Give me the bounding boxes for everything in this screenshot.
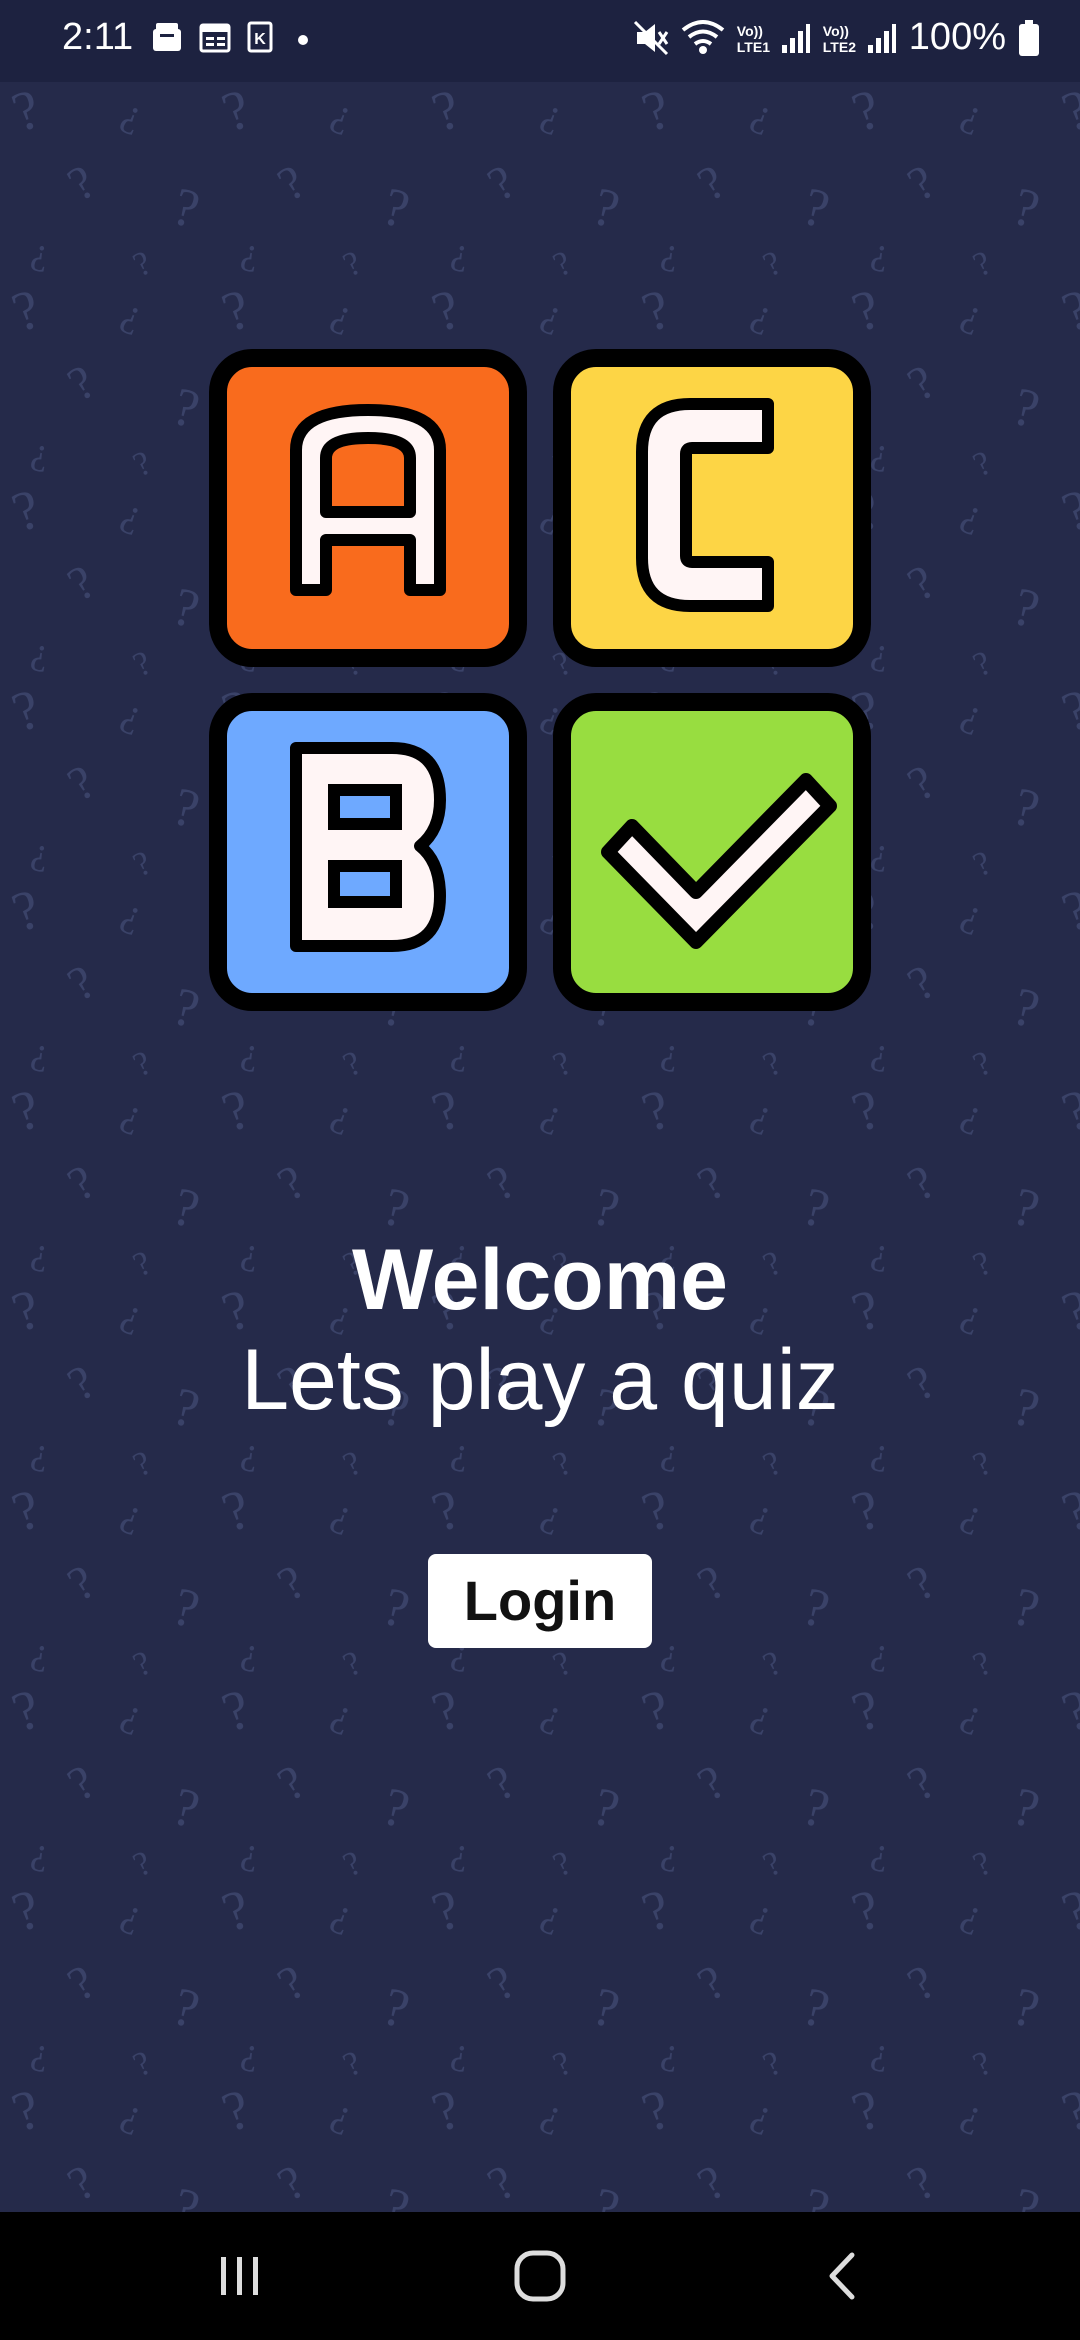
home-icon bbox=[514, 2250, 566, 2302]
recent-apps-button[interactable] bbox=[140, 2212, 340, 2340]
home-button[interactable] bbox=[440, 2212, 640, 2340]
logo-tile-c bbox=[553, 349, 871, 667]
navigation-bar bbox=[0, 2212, 1080, 2340]
welcome-heading: Welcome bbox=[352, 1232, 728, 1328]
logo-tile-check bbox=[553, 693, 871, 1011]
quiz-logo bbox=[209, 349, 871, 1011]
back-button[interactable] bbox=[744, 2212, 944, 2340]
back-icon bbox=[829, 2252, 855, 2300]
logo-tile-b bbox=[209, 693, 527, 1011]
recent-apps-icon bbox=[221, 2257, 258, 2295]
welcome-subtitle: Lets play a quiz bbox=[241, 1332, 839, 1428]
login-button[interactable]: Login bbox=[428, 1554, 652, 1648]
logo-tile-a bbox=[209, 349, 527, 667]
